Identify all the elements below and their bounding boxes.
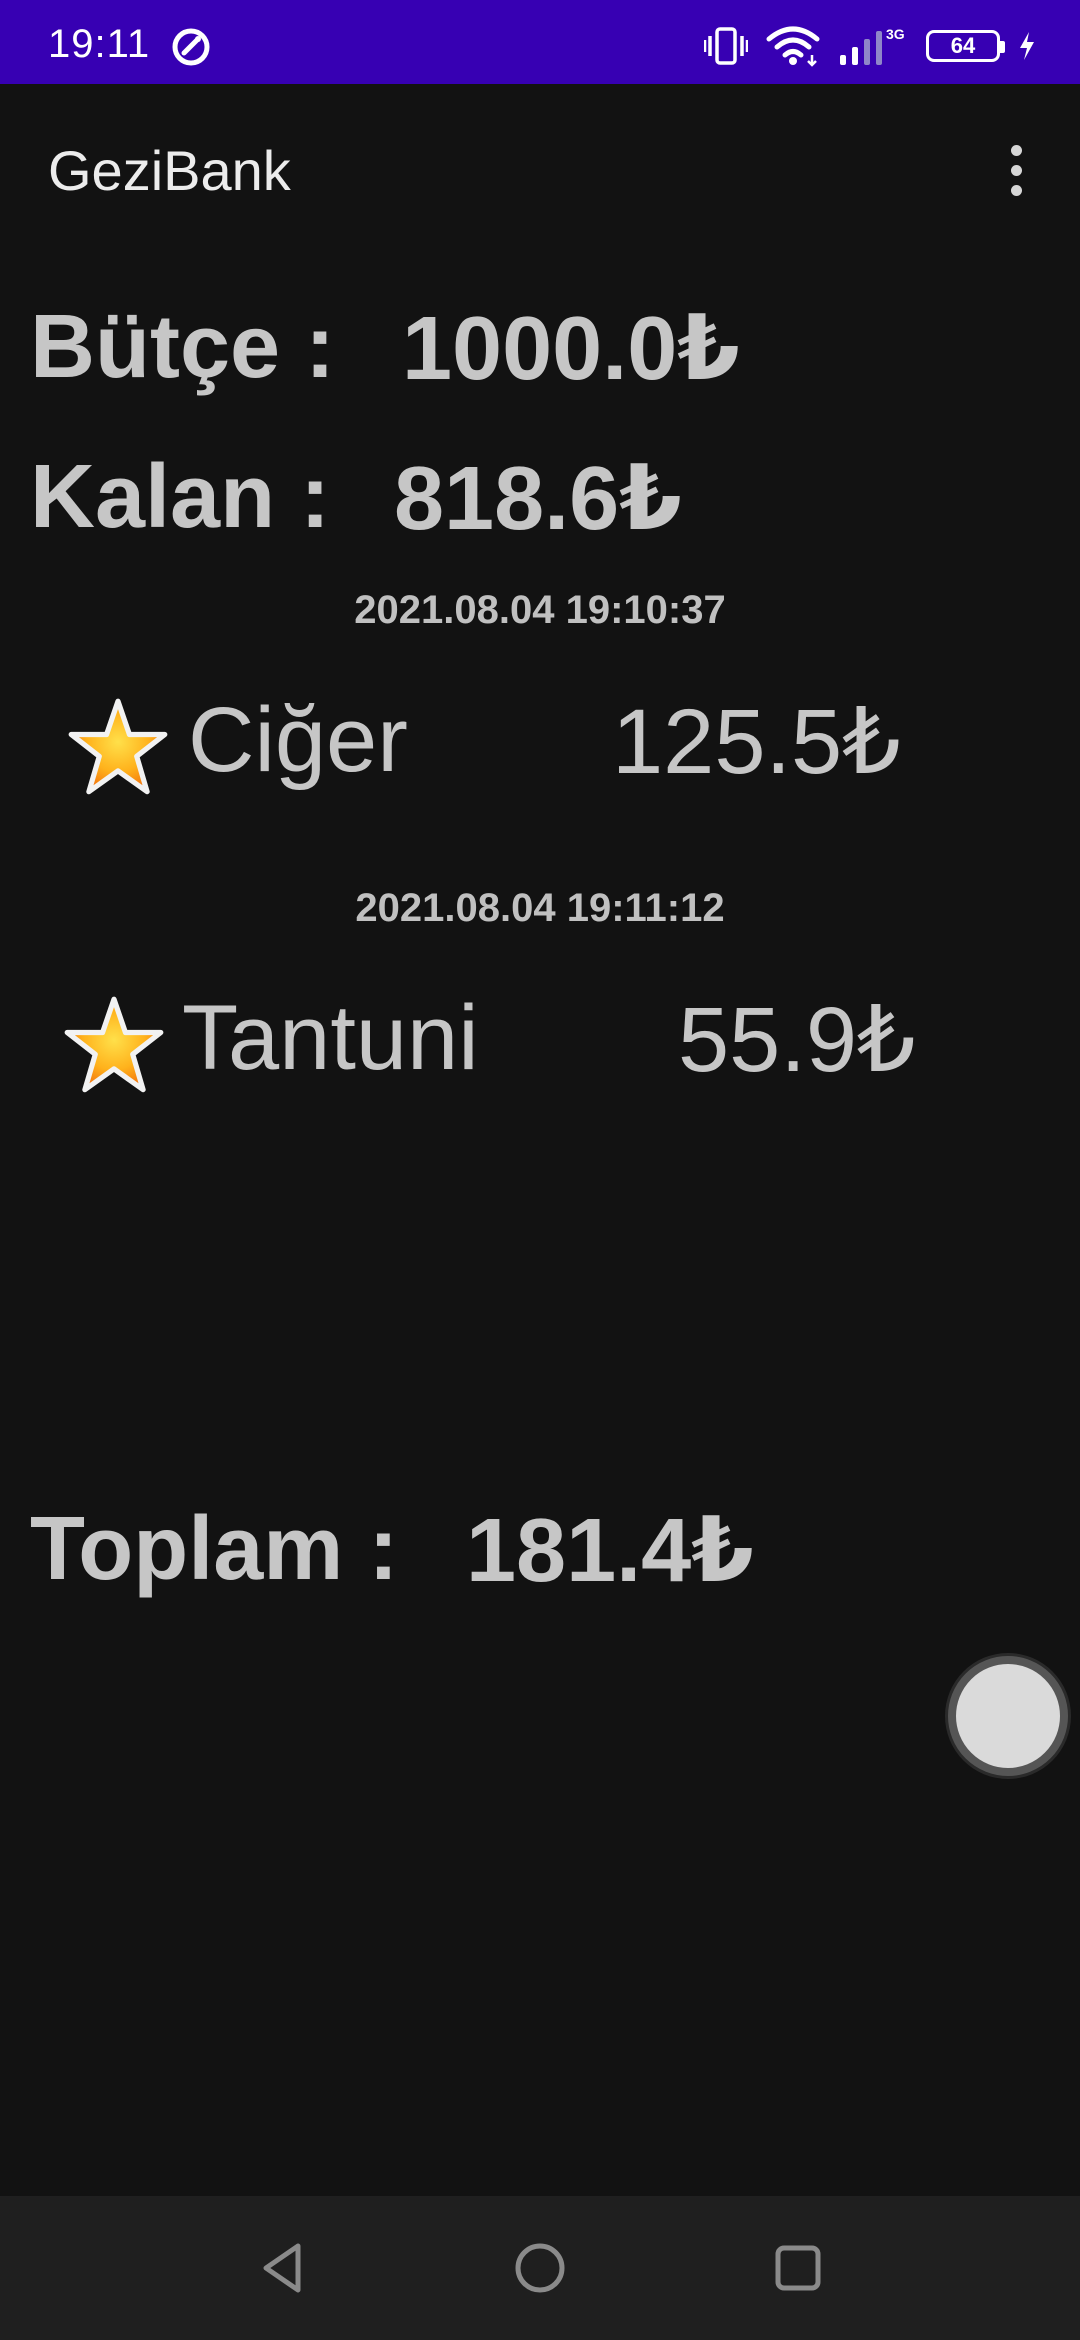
entry-name: Ciğer — [188, 689, 408, 791]
status-time: 19:11 — [48, 22, 151, 66]
remaining-label: Kalan : — [30, 447, 331, 547]
status-icons: 3G 64 — [704, 24, 1036, 68]
navigation-bar — [0, 2196, 1080, 2340]
data-saver-icon — [172, 28, 210, 66]
status-bar: 19:11 3G 64 — [0, 0, 1080, 84]
add-entry-button[interactable] — [948, 1656, 1068, 1776]
star-icon — [64, 996, 164, 1093]
star-icon — [68, 698, 168, 795]
remaining-row: Kalan : 818.6₺ — [30, 446, 682, 549]
total-row: Toplam : 181.4₺ — [30, 1498, 754, 1601]
more-vert-icon[interactable] — [988, 138, 1044, 202]
app-title: GeziBank — [48, 139, 291, 202]
entry-name: Tantuni — [182, 987, 479, 1089]
entry-date: 2021.08.04 19:11:12 — [355, 886, 725, 930]
home-circle-icon[interactable] — [510, 2238, 570, 2298]
back-triangle-icon[interactable] — [254, 2238, 314, 2298]
battery-level: 64 — [950, 33, 976, 58]
list-item[interactable]: Ciğer 125.5₺ — [0, 688, 1080, 808]
vibrate-icon — [704, 27, 748, 65]
app-bar: GeziBank — [0, 84, 1080, 252]
battery-icon: 64 — [926, 30, 1005, 62]
budget-row: Bütçe : 1000.0₺ — [30, 296, 740, 399]
entry-date: 2021.08.04 19:10:37 — [354, 588, 726, 632]
wifi-icon — [766, 26, 820, 67]
remaining-value: 818.6₺ — [394, 449, 682, 549]
signal-icon: 3G — [840, 26, 905, 65]
total-label: Toplam : — [30, 1499, 399, 1599]
charging-bolt-icon — [1020, 32, 1034, 60]
list-item[interactable]: Tantuni 55.9₺ — [0, 986, 1080, 1106]
budget-label: Bütçe : — [30, 297, 336, 397]
budget-value: 1000.0₺ — [402, 299, 740, 399]
entry-amount: 125.5₺ — [612, 691, 901, 793]
total-value: 181.4₺ — [466, 1501, 754, 1601]
entry-amount: 55.9₺ — [678, 989, 916, 1091]
network-type-label: 3G — [886, 26, 905, 42]
recents-square-icon[interactable] — [768, 2238, 828, 2298]
